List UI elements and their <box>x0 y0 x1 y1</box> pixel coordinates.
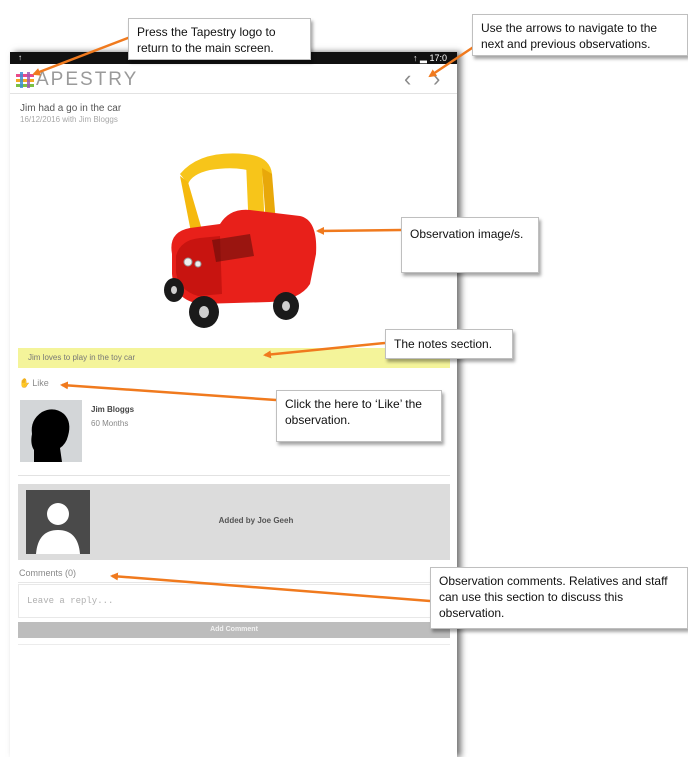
tapestry-logo[interactable]: APESTRY <box>16 69 139 90</box>
status-clock: ↑ ▂ 17:0 <box>413 53 447 63</box>
callout-notes: The notes section. <box>385 329 513 359</box>
divider <box>18 582 450 583</box>
chevron-right-icon[interactable]: › <box>433 68 440 90</box>
divider <box>18 644 450 645</box>
callout-like: Click the here to ‘Like’ the observation… <box>276 390 442 442</box>
signal-icon: ↑ <box>18 53 22 62</box>
callout-arrows: Use the arrows to navigate to the next a… <box>472 14 688 56</box>
like-label: Like <box>32 378 49 388</box>
child-age: 60 Months <box>91 419 129 428</box>
child-name: Jim Bloggs <box>91 405 135 414</box>
logo-wordmark: APESTRY <box>36 69 139 90</box>
observation-title: Jim had a go in the car <box>20 103 122 114</box>
observation-meta: 16/12/2016 with Jim Bloggs <box>20 115 118 124</box>
callout-comments: Observation comments. Relatives and staf… <box>430 567 688 629</box>
observation-image[interactable] <box>150 144 330 334</box>
callout-logo: Press the Tapestry logo to return to the… <box>128 18 311 60</box>
like-hand-icon: ✋ <box>19 378 31 388</box>
child-avatar <box>20 400 82 462</box>
callout-image: Observation image/s. <box>401 217 539 273</box>
chevron-left-icon[interactable]: ‹ <box>404 68 411 90</box>
child-silhouette-icon <box>31 409 70 462</box>
added-by-card: Added by Joe Geeh <box>18 484 450 560</box>
like-button[interactable]: ✋ Like <box>19 378 49 389</box>
added-by-label: Added by Joe Geeh <box>218 516 294 525</box>
app-header: APESTRY ‹ › <box>10 64 457 94</box>
reply-input[interactable] <box>18 584 450 618</box>
add-comment-button[interactable]: Add Comment <box>18 622 450 638</box>
toy-car-image <box>164 153 317 328</box>
comments-heading: Comments (0) <box>19 568 77 578</box>
tapestry-logo-icon <box>16 72 34 88</box>
